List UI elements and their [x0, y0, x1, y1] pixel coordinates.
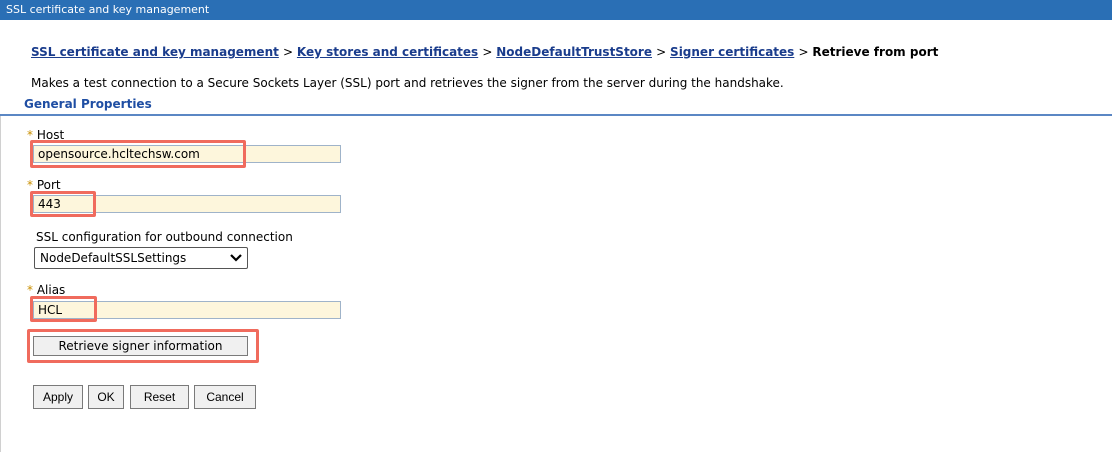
window-title-bar: SSL certificate and key management: [0, 0, 1112, 20]
breadcrumb-link-key-stores[interactable]: Key stores and certificates: [297, 45, 478, 59]
breadcrumb-separator: >: [656, 45, 671, 59]
alias-highlight-box: [30, 296, 97, 322]
ok-button[interactable]: OK: [88, 385, 124, 409]
breadcrumb-separator: >: [283, 45, 297, 59]
breadcrumb-link-trust-store[interactable]: NodeDefaultTrustStore: [496, 45, 652, 59]
ssl-config-label: SSL configuration for outbound connectio…: [36, 230, 293, 244]
host-highlight-box: [30, 140, 246, 168]
retrieve-highlight-box: [27, 329, 259, 363]
chevron-down-icon: [230, 254, 242, 262]
alias-label-row: * Alias: [27, 283, 65, 297]
breadcrumb-current: Retrieve from port: [812, 45, 939, 59]
ssl-config-select[interactable]: NodeDefaultSSLSettings: [34, 247, 248, 269]
required-icon: *: [27, 178, 33, 192]
breadcrumb-link-ssl-management[interactable]: SSL certificate and key management: [31, 45, 279, 59]
port-label: Port: [36, 178, 61, 192]
reset-button[interactable]: Reset: [130, 385, 189, 409]
port-highlight-box: [30, 191, 96, 217]
ssl-config-selected-value: NodeDefaultSSLSettings: [40, 251, 187, 265]
cancel-button[interactable]: Cancel: [194, 385, 256, 409]
alias-label: Alias: [36, 283, 66, 297]
section-divider: [0, 114, 1112, 116]
breadcrumb-separator: >: [482, 45, 497, 59]
required-icon: *: [27, 283, 33, 297]
window-title: SSL certificate and key management: [6, 3, 210, 16]
breadcrumb-link-signer-certificates[interactable]: Signer certificates: [670, 45, 794, 59]
breadcrumb: SSL certificate and key management > Key…: [31, 45, 938, 59]
breadcrumb-separator: >: [798, 45, 813, 59]
section-title: General Properties: [24, 97, 152, 111]
left-border: [0, 116, 1, 452]
apply-button[interactable]: Apply: [33, 385, 83, 409]
port-label-row: * Port: [27, 178, 61, 192]
page-description: Makes a test connection to a Secure Sock…: [31, 76, 784, 90]
